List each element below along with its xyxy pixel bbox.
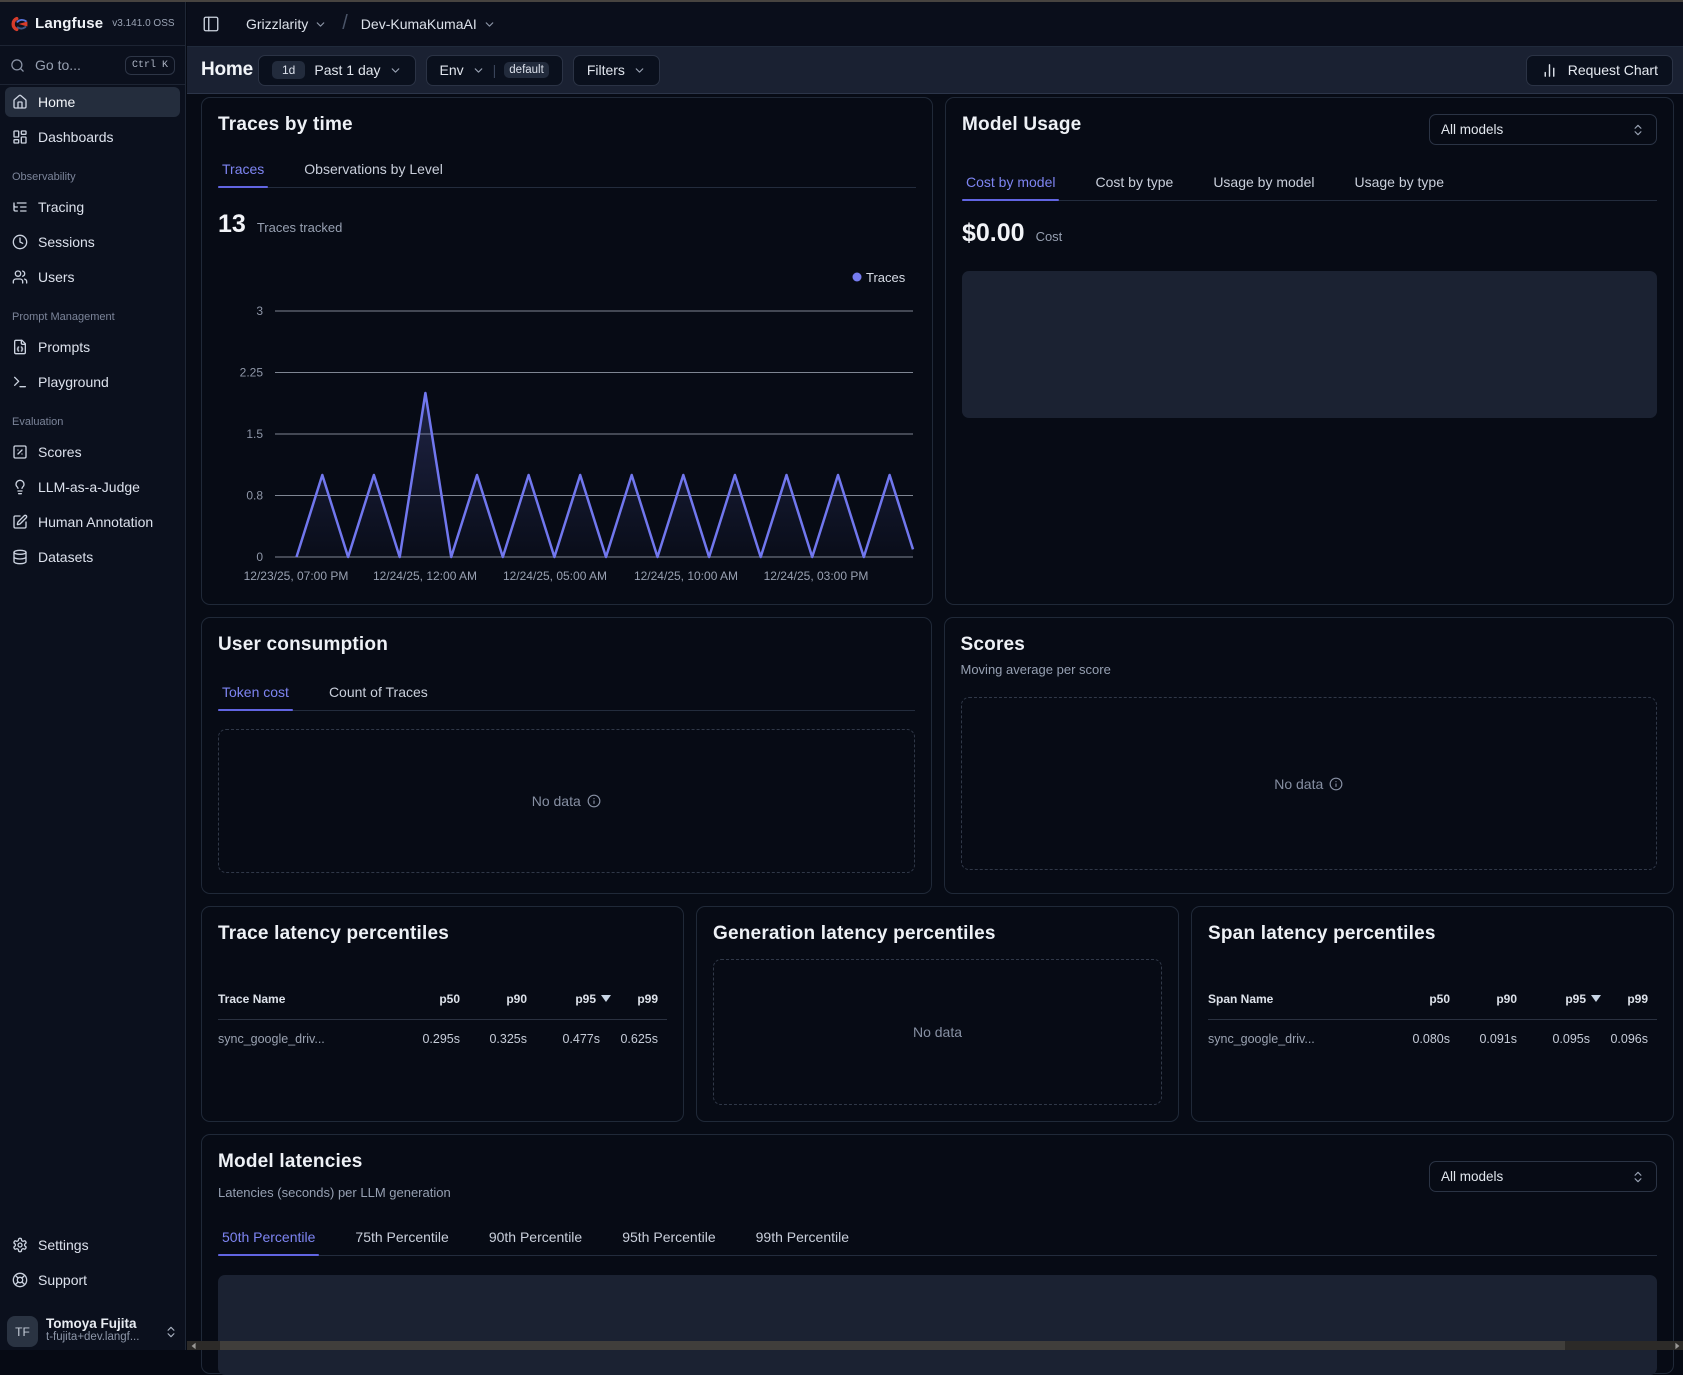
svg-text:12/24/25, 10:00 AM: 12/24/25, 10:00 AM [634, 569, 738, 583]
svg-text:0.8: 0.8 [246, 489, 263, 503]
svg-text:12/24/25, 03:00 PM: 12/24/25, 03:00 PM [764, 569, 869, 583]
svg-text:12/24/25, 05:00 AM: 12/24/25, 05:00 AM [503, 569, 607, 583]
svg-text:12/23/25, 07:00 PM: 12/23/25, 07:00 PM [244, 569, 349, 583]
svg-text:Traces: Traces [866, 270, 906, 285]
svg-text:2.25: 2.25 [240, 366, 264, 380]
svg-text:1.5: 1.5 [246, 427, 263, 441]
svg-text:12/24/25, 12:00 AM: 12/24/25, 12:00 AM [373, 569, 477, 583]
svg-text:3: 3 [256, 304, 263, 318]
svg-text:0: 0 [256, 550, 263, 564]
